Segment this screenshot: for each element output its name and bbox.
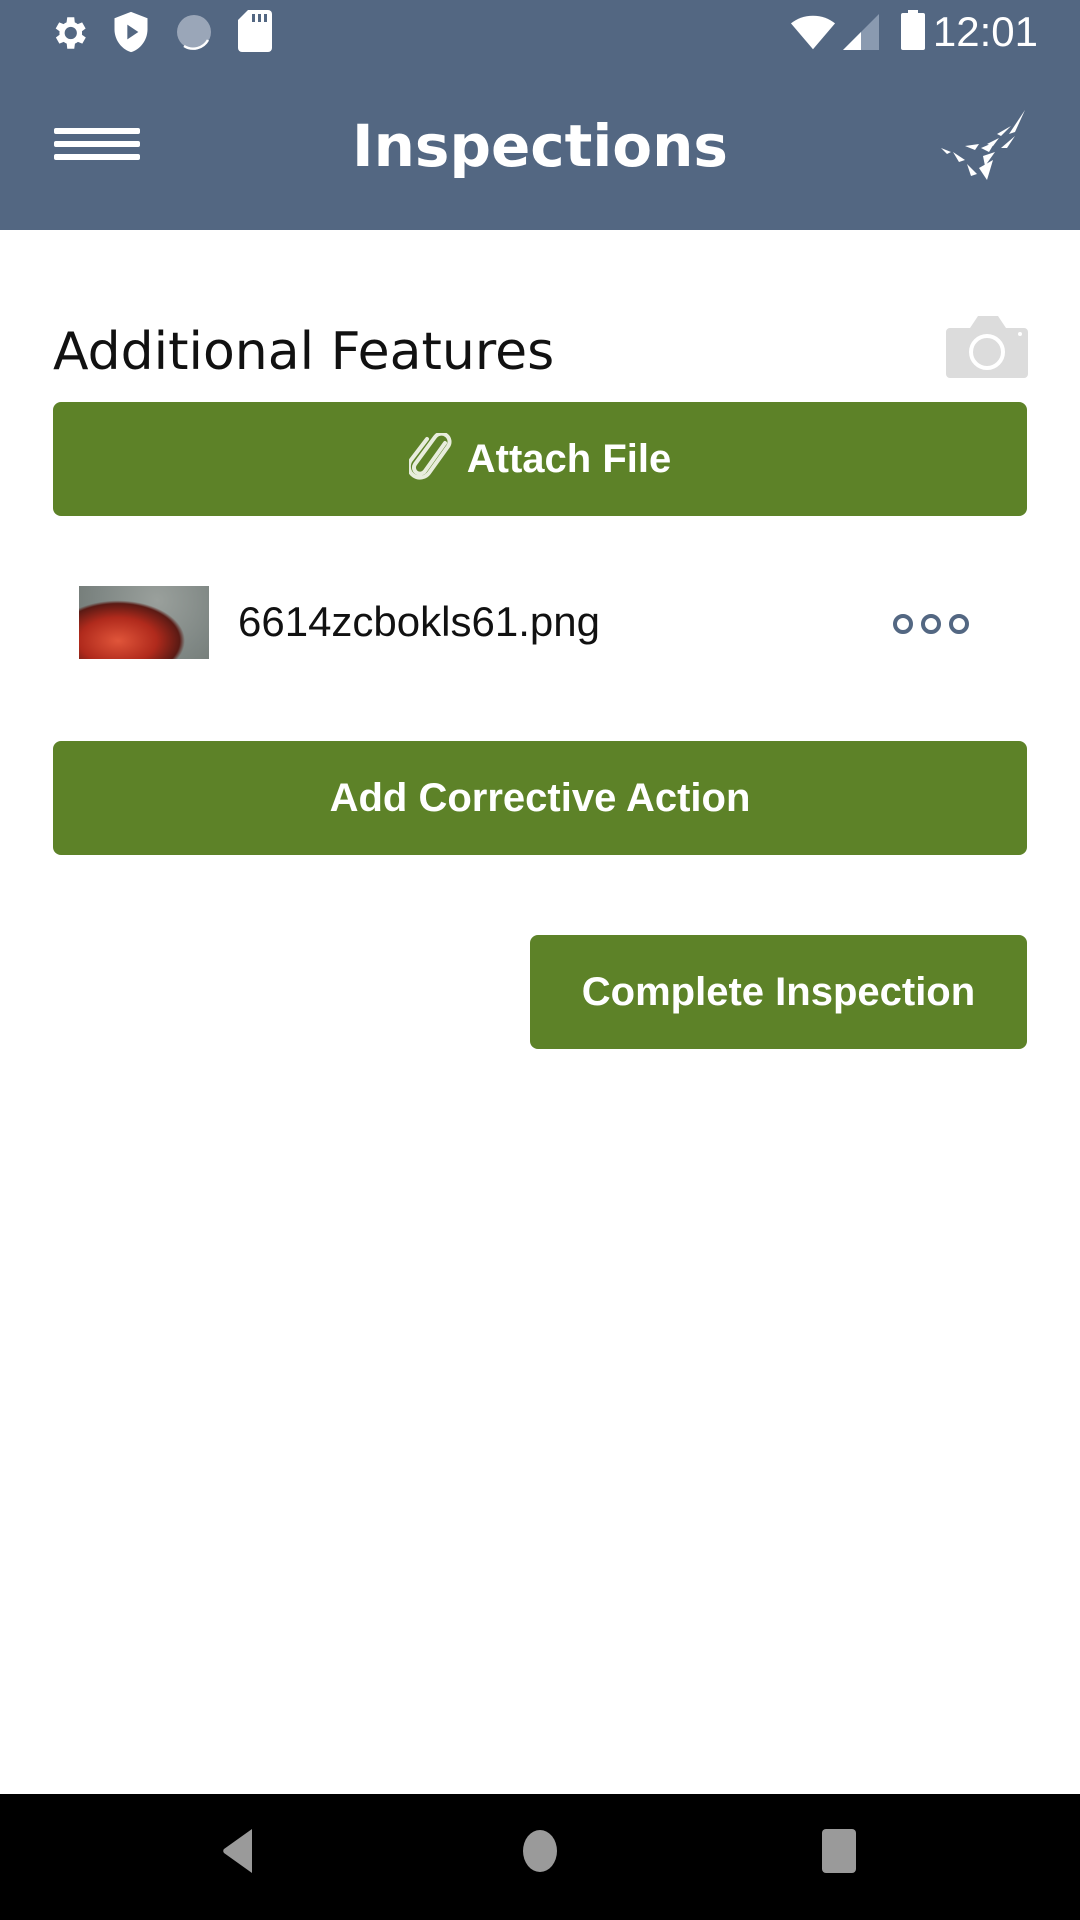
complete-inspection-button[interactable]: Complete Inspection	[530, 935, 1027, 1049]
home-icon[interactable]	[522, 1829, 558, 1873]
sync-progress-icon	[177, 15, 211, 50]
more-options-icon	[893, 614, 913, 634]
paperclip-icon	[408, 433, 452, 480]
attachment-list-item[interactable]: 6614zcbokls61.png	[53, 572, 1027, 672]
camera-icon[interactable]	[946, 316, 1028, 378]
section-title: Additional Features	[53, 322, 555, 382]
status-bar: 12:01	[0, 0, 1080, 66]
recents-icon[interactable]	[822, 1829, 856, 1873]
attach-file-button[interactable]: Attach File	[53, 402, 1027, 516]
sd-card-icon	[238, 10, 272, 52]
more-options-button[interactable]	[893, 606, 977, 638]
app-header: 12:01 Inspections	[0, 0, 1080, 230]
back-icon[interactable]	[222, 1829, 254, 1873]
attachment-thumbnail[interactable]	[79, 586, 209, 659]
status-time: 12:01	[932, 8, 1038, 55]
system-nav-bar	[0, 1794, 1080, 1920]
attachment-file-name: 6614zcbokls61.png	[238, 598, 600, 645]
more-options-dot	[921, 614, 941, 634]
cell-signal-icon	[843, 14, 879, 50]
attach-file-label: Attach File	[466, 436, 672, 481]
more-options-dot	[949, 614, 969, 634]
brand-logo-icon	[941, 110, 1025, 180]
settings-icon	[55, 17, 86, 49]
add-corrective-action-button[interactable]: Add Corrective Action	[53, 741, 1027, 855]
battery-icon	[901, 10, 925, 50]
shield-play-icon	[114, 11, 148, 53]
wifi-icon	[790, 15, 836, 50]
page-title: Inspections	[352, 112, 728, 180]
